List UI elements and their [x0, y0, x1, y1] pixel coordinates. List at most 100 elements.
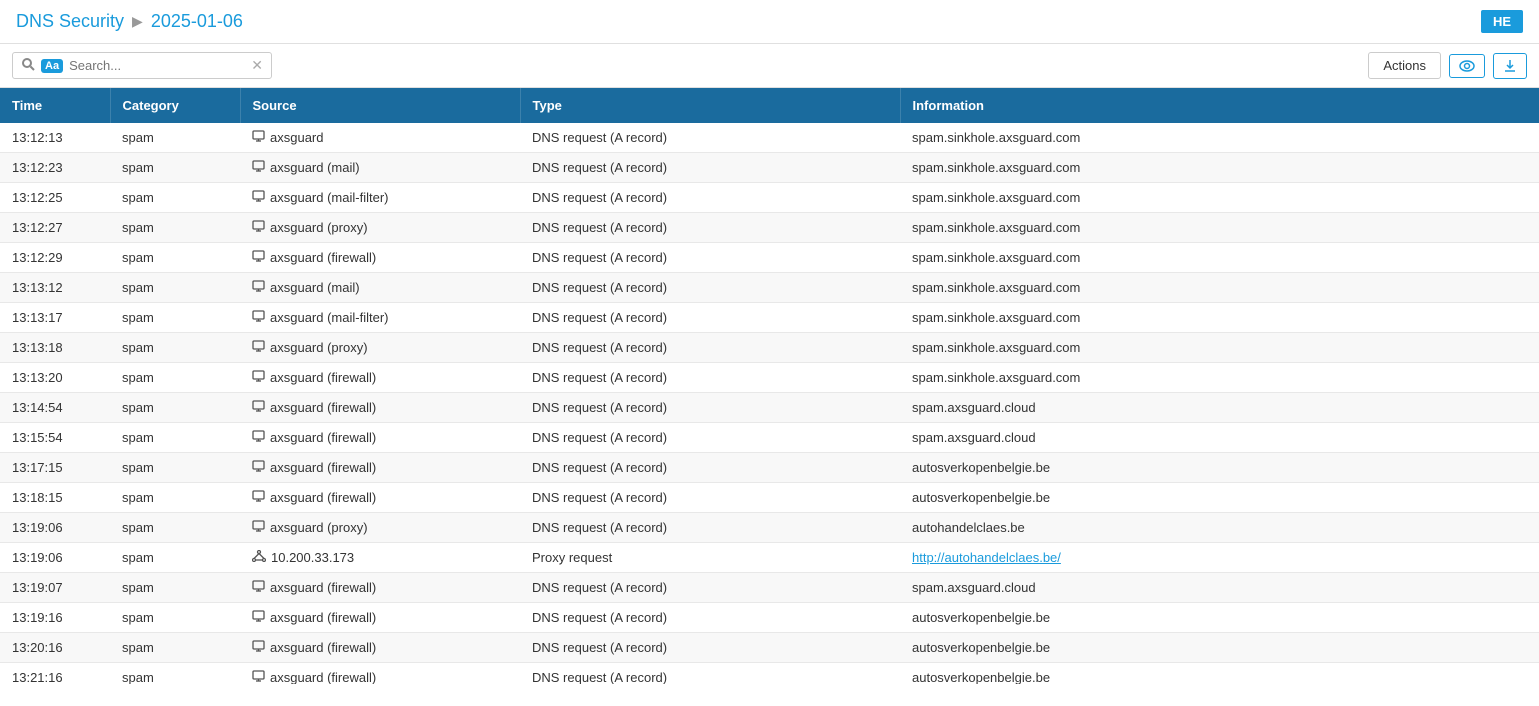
cell-type: Proxy request — [520, 543, 900, 573]
col-header-category: Category — [110, 88, 240, 123]
table-row: 13:19:06spam 10.200.33.173Proxy requesth… — [0, 543, 1539, 573]
cell-category: spam — [110, 543, 240, 573]
monitor-icon — [252, 220, 265, 235]
cell-info: spam.sinkhole.axsguard.com — [900, 123, 1539, 153]
cell-type: DNS request (A record) — [520, 213, 900, 243]
cell-time: 13:12:27 — [0, 213, 110, 243]
table-row: 13:12:23spam axsguard (mail)DNS request … — [0, 153, 1539, 183]
table-row: 13:17:15spam axsguard (firewall)DNS requ… — [0, 453, 1539, 483]
dns-security-label: DNS Security — [16, 11, 124, 32]
table-row: 13:13:20spam axsguard (firewall)DNS requ… — [0, 363, 1539, 393]
cell-time: 13:12:23 — [0, 153, 110, 183]
cell-category: spam — [110, 183, 240, 213]
cell-category: spam — [110, 483, 240, 513]
cell-source: axsguard (firewall) — [240, 603, 520, 633]
network-icon — [252, 550, 266, 565]
cell-info: spam.axsguard.cloud — [900, 423, 1539, 453]
cell-source: axsguard (firewall) — [240, 483, 520, 513]
cell-category: spam — [110, 123, 240, 153]
toolbar-right: Actions — [1368, 52, 1527, 79]
monitor-icon — [252, 640, 265, 655]
cell-type: DNS request (A record) — [520, 573, 900, 603]
search-box: Aa ✕ — [12, 52, 272, 79]
cell-type: DNS request (A record) — [520, 153, 900, 183]
cell-source: axsguard (firewall) — [240, 573, 520, 603]
cell-category: spam — [110, 273, 240, 303]
info-link[interactable]: http://autohandelclaes.be/ — [912, 550, 1061, 565]
cell-type: DNS request (A record) — [520, 393, 900, 423]
cell-type: DNS request (A record) — [520, 243, 900, 273]
cell-category: spam — [110, 423, 240, 453]
cell-category: spam — [110, 663, 240, 685]
table-row: 13:19:07spam axsguard (firewall)DNS requ… — [0, 573, 1539, 603]
search-input[interactable] — [69, 58, 245, 73]
cell-time: 13:13:20 — [0, 363, 110, 393]
cell-info: autosverkopenbelgie.be — [900, 633, 1539, 663]
cell-source: axsguard (mail-filter) — [240, 183, 520, 213]
download-icon — [1503, 59, 1517, 73]
cell-time: 13:19:06 — [0, 513, 110, 543]
cell-info: spam.sinkhole.axsguard.com — [900, 213, 1539, 243]
col-header-time: Time — [0, 88, 110, 123]
monitor-icon — [252, 520, 265, 535]
download-button[interactable] — [1493, 53, 1527, 79]
cell-info: autosverkopenbelgie.be — [900, 483, 1539, 513]
he-button[interactable]: HE — [1481, 10, 1523, 33]
cell-type: DNS request (A record) — [520, 333, 900, 363]
cell-info: spam.sinkhole.axsguard.com — [900, 273, 1539, 303]
cell-source: axsguard (mail) — [240, 153, 520, 183]
cell-category: spam — [110, 573, 240, 603]
cell-info: autosverkopenbelgie.be — [900, 663, 1539, 685]
monitor-icon — [252, 160, 265, 175]
cell-info: autosverkopenbelgie.be — [900, 603, 1539, 633]
cell-type: DNS request (A record) — [520, 363, 900, 393]
table-row: 13:15:54spam axsguard (firewall)DNS requ… — [0, 423, 1539, 453]
cell-type: DNS request (A record) — [520, 483, 900, 513]
cell-source: axsguard (firewall) — [240, 633, 520, 663]
cell-source: axsguard (firewall) — [240, 243, 520, 273]
clear-search-icon[interactable]: ✕ — [251, 57, 263, 74]
table-row: 13:12:27spam axsguard (proxy)DNS request… — [0, 213, 1539, 243]
cell-source: axsguard (firewall) — [240, 453, 520, 483]
cell-info: spam.sinkhole.axsguard.com — [900, 333, 1539, 363]
view-button[interactable] — [1449, 54, 1485, 78]
cell-time: 13:19:07 — [0, 573, 110, 603]
cell-type: DNS request (A record) — [520, 303, 900, 333]
cell-type: DNS request (A record) — [520, 273, 900, 303]
cell-category: spam — [110, 393, 240, 423]
monitor-icon — [252, 190, 265, 205]
table-container: Time Category Source Type Information 13… — [0, 88, 1539, 684]
aa-badge: Aa — [41, 59, 63, 73]
cell-source: axsguard (firewall) — [240, 363, 520, 393]
table-row: 13:12:29spam axsguard (firewall)DNS requ… — [0, 243, 1539, 273]
monitor-icon — [252, 490, 265, 505]
cell-category: spam — [110, 603, 240, 633]
cell-type: DNS request (A record) — [520, 453, 900, 483]
cell-info: spam.sinkhole.axsguard.com — [900, 153, 1539, 183]
cell-info: spam.axsguard.cloud — [900, 393, 1539, 423]
table-row: 13:21:16spam axsguard (firewall)DNS requ… — [0, 663, 1539, 685]
cell-time: 13:13:12 — [0, 273, 110, 303]
cell-info: spam.sinkhole.axsguard.com — [900, 243, 1539, 273]
toolbar: Aa ✕ Actions — [0, 44, 1539, 88]
cell-time: 13:12:25 — [0, 183, 110, 213]
cell-source: axsguard (proxy) — [240, 333, 520, 363]
cell-source: axsguard (firewall) — [240, 393, 520, 423]
actions-button[interactable]: Actions — [1368, 52, 1441, 79]
cell-category: spam — [110, 303, 240, 333]
table-row: 13:14:54spam axsguard (firewall)DNS requ… — [0, 393, 1539, 423]
monitor-icon — [252, 430, 265, 445]
table-row: 13:13:18spam axsguard (proxy)DNS request… — [0, 333, 1539, 363]
col-header-info: Information — [900, 88, 1539, 123]
col-header-type: Type — [520, 88, 900, 123]
cell-type: DNS request (A record) — [520, 663, 900, 685]
cell-type: DNS request (A record) — [520, 603, 900, 633]
cell-type: DNS request (A record) — [520, 183, 900, 213]
table-row: 13:13:17spam axsguard (mail-filter)DNS r… — [0, 303, 1539, 333]
cell-source: axsguard (firewall) — [240, 423, 520, 453]
cell-source: axsguard (mail) — [240, 273, 520, 303]
cell-category: spam — [110, 363, 240, 393]
cell-info[interactable]: http://autohandelclaes.be/ — [900, 543, 1539, 573]
table-header-row: Time Category Source Type Information — [0, 88, 1539, 123]
cell-source: 10.200.33.173 — [240, 543, 520, 573]
